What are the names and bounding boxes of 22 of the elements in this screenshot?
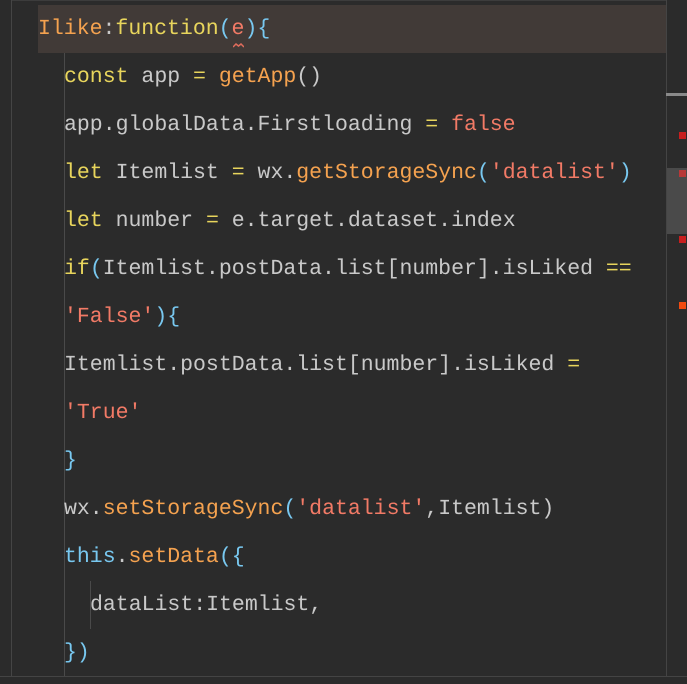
code-line: dataList:Itemlist, xyxy=(90,592,324,619)
code-line: const app = getApp() xyxy=(64,64,324,91)
code-line: 'True' xyxy=(64,400,142,427)
horizontal-scrollbar[interactable] xyxy=(0,676,687,684)
code-line: wx.setStorageSync('datalist',Itemlist) xyxy=(64,496,556,523)
code-line: } xyxy=(64,448,78,475)
code-line: if(Itemlist.postData.list[number].isLiked == xyxy=(64,256,633,283)
code-line: let number = e.target.dataset.index xyxy=(64,208,517,235)
code-line: }) xyxy=(64,640,91,667)
code-line: this.setData({ xyxy=(64,544,246,571)
code-line: Itemlist.postData.list[number].isLiked = xyxy=(64,352,582,379)
code-line: app.globalData.Firstloading = false xyxy=(64,112,517,139)
marker-icon xyxy=(679,236,686,243)
code-line: let Itemlist = wx.getStorageSync('datalist') xyxy=(64,160,633,187)
scroll-thumb[interactable] xyxy=(667,168,687,234)
code-line: 'False'){ xyxy=(64,304,182,331)
scrollbar[interactable] xyxy=(666,0,687,676)
marker-icon xyxy=(679,132,686,139)
marker-icon xyxy=(679,170,686,177)
cursor-marker-icon xyxy=(666,93,687,96)
marker-icon xyxy=(679,302,686,309)
squiggle-icon xyxy=(232,42,244,48)
